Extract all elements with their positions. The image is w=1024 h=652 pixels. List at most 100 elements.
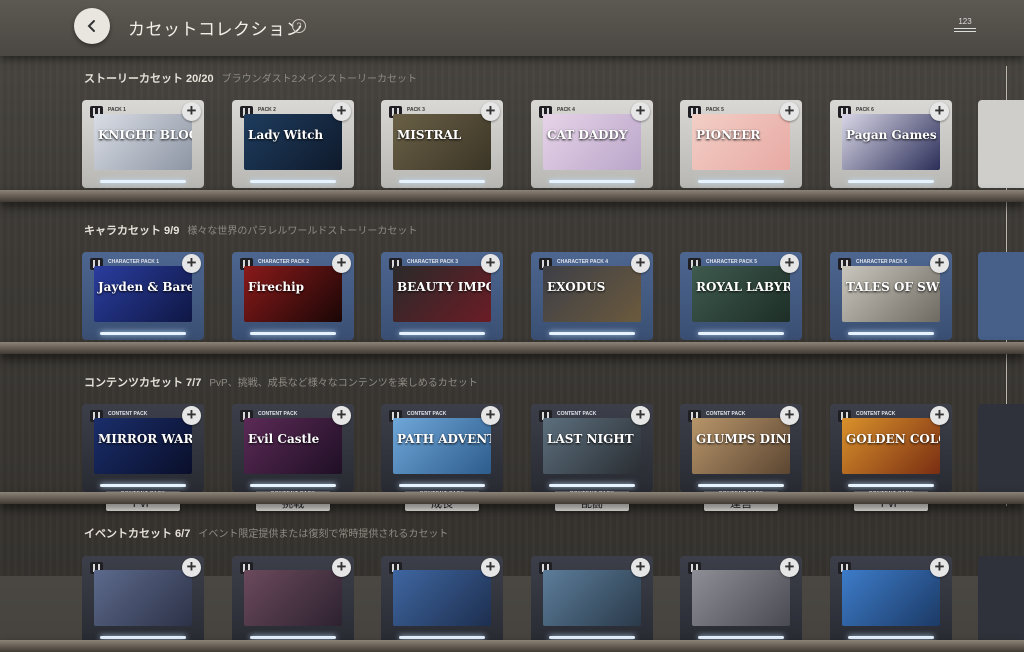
cassette[interactable]: PACK 3 MISTRAL + xyxy=(381,100,503,188)
cassette[interactable]: CHARACTER PACK 5 ROYAL LABYRINTH + xyxy=(680,252,802,340)
plus-icon[interactable]: + xyxy=(182,558,201,577)
cassette-artwork: CAT DADDY xyxy=(543,114,641,170)
plus-icon[interactable]: + xyxy=(780,558,799,577)
cassette[interactable]: PACK 1 KNIGHT BLOOD + xyxy=(82,100,204,188)
plus-icon[interactable]: + xyxy=(631,102,650,121)
shelf-board xyxy=(0,190,1024,202)
cassette-partial[interactable] xyxy=(978,404,1024,492)
section-description: 様々な世界のパラレルワールドストーリーカセット xyxy=(187,226,418,237)
cassette[interactable]: + xyxy=(531,556,653,644)
plus-icon[interactable]: + xyxy=(780,254,799,273)
cassette[interactable]: + xyxy=(680,556,802,644)
pack-number: CHARACTER PACK 1 xyxy=(108,259,160,265)
cassette-art-title: MISTRAL xyxy=(397,128,462,142)
section-header: キャラカセット 9/9 様々な世界のパラレルワールドストーリーカセット xyxy=(84,222,417,238)
cassette-art-title: EXODUS xyxy=(547,280,606,294)
cassette[interactable]: CHARACTER PACK 3 BEAUTY IMPOSSIBLE + xyxy=(381,252,503,340)
plus-icon[interactable]: + xyxy=(780,406,799,425)
plus-icon[interactable]: + xyxy=(930,254,949,273)
cassette[interactable]: + xyxy=(381,556,503,644)
cassette[interactable]: CONTENT PACK MIRROR WARS + xyxy=(82,404,204,492)
cassette[interactable]: + xyxy=(232,556,354,644)
cassette-art-title: MIRROR WARS xyxy=(98,432,192,446)
plus-icon[interactable]: + xyxy=(481,558,500,577)
plus-icon[interactable]: + xyxy=(332,102,351,121)
cassette-glow xyxy=(399,484,485,487)
cassette[interactable]: CHARACTER PACK 1 Jayden & Bare + xyxy=(82,252,204,340)
cassette-glow xyxy=(100,180,186,183)
section-header: イベントカセット 6/7 イベント限定提供または復刻で常時提供されるカセット xyxy=(84,525,448,541)
cassette-artwork xyxy=(543,570,641,626)
plus-icon[interactable]: + xyxy=(481,102,500,121)
cassette-artwork: MIRROR WARS xyxy=(94,418,192,474)
cassette-partial[interactable] xyxy=(978,100,1024,188)
cassette-artwork: Pagan Games xyxy=(842,114,940,170)
pack-number: CONTENT PACK xyxy=(108,411,148,417)
cassette[interactable]: PACK 6 Pagan Games + xyxy=(830,100,952,188)
cassette[interactable]: PACK 2 Lady Witch + xyxy=(232,100,354,188)
cassette-art-title: GLUMPS DINER xyxy=(696,432,790,446)
cassette-glow xyxy=(549,636,635,639)
cassette-art-title: BEAUTY IMPOSSIBLE xyxy=(397,280,491,294)
cassette-artwork: GLUMPS DINER xyxy=(692,418,790,474)
cassette[interactable]: CHARACTER PACK 6 TALES OF SWORD + xyxy=(830,252,952,340)
plus-icon[interactable]: + xyxy=(332,558,351,577)
plus-icon[interactable]: + xyxy=(631,558,650,577)
cassette-art-title: Lady Witch xyxy=(248,128,324,142)
cassette[interactable]: + xyxy=(82,556,204,644)
cassette[interactable]: CONTENT PACK GOLDEN COLOSSEUM + xyxy=(830,404,952,492)
cassette[interactable]: CONTENT PACK GLUMPS DINER + xyxy=(680,404,802,492)
cassette-partial[interactable] xyxy=(978,556,1024,644)
shelf-board xyxy=(0,492,1024,504)
pack-number: CHARACTER PACK 5 xyxy=(706,259,758,265)
back-button[interactable] xyxy=(74,8,110,44)
plus-icon[interactable]: + xyxy=(930,406,949,425)
cassette-glow xyxy=(848,332,934,335)
pack-number: PACK 2 xyxy=(258,107,276,113)
plus-icon[interactable]: + xyxy=(481,254,500,273)
section-header: コンテンツカセット 7/7 PvP、挑戦、成長など様々なコンテンツを楽しめるカセッ… xyxy=(84,374,478,390)
pack-number: CHARACTER PACK 2 xyxy=(258,259,310,265)
cassette-artwork: EXODUS xyxy=(543,266,641,322)
cassette-art-title: PATH ADVENTURE xyxy=(397,432,491,446)
help-icon[interactable]: ? xyxy=(292,19,306,33)
cassette-partial[interactable] xyxy=(978,252,1024,340)
plus-icon[interactable]: + xyxy=(631,254,650,273)
cassette[interactable]: CONTENT PACK LAST NIGHT + xyxy=(531,404,653,492)
section-title: イベントカセット 6/7 xyxy=(84,528,191,540)
section-header: ストーリーカセット 20/20 ブラウンダスト2メインストーリーカセット xyxy=(84,70,417,86)
plus-icon[interactable]: + xyxy=(332,254,351,273)
plus-icon[interactable]: + xyxy=(481,406,500,425)
chevron-left-icon xyxy=(87,20,95,32)
cassette-artwork: LAST NIGHT xyxy=(543,418,641,474)
sort-line-icon xyxy=(954,31,976,32)
plus-icon[interactable]: + xyxy=(780,102,799,121)
plus-icon[interactable]: + xyxy=(182,102,201,121)
cassette[interactable]: CONTENT PACK PATH ADVENTURE + xyxy=(381,404,503,492)
cassette[interactable]: CHARACTER PACK 2 Firechip + xyxy=(232,252,354,340)
page-title: カセットコレクション xyxy=(128,20,303,39)
plus-icon[interactable]: + xyxy=(930,558,949,577)
plus-icon[interactable]: + xyxy=(332,406,351,425)
cassette-artwork: PATH ADVENTURE xyxy=(393,418,491,474)
cassette[interactable]: + xyxy=(830,556,952,644)
plus-icon[interactable]: + xyxy=(182,254,201,273)
cassette-art-title: ROYAL LABYRINTH xyxy=(696,280,790,294)
cassette[interactable]: PACK 4 CAT DADDY + xyxy=(531,100,653,188)
plus-icon[interactable]: + xyxy=(930,102,949,121)
pack-number: CHARACTER PACK 4 xyxy=(557,259,609,265)
cassette-artwork: MISTRAL xyxy=(393,114,491,170)
cassette[interactable]: CHARACTER PACK 4 EXODUS + xyxy=(531,252,653,340)
shelf-board xyxy=(0,342,1024,354)
shelf-board xyxy=(0,640,1024,652)
sort-order-button[interactable]: 123 xyxy=(954,18,976,36)
cassette[interactable]: CONTENT PACK Evil Castle + xyxy=(232,404,354,492)
cassette[interactable]: PACK 5 PIONEER + xyxy=(680,100,802,188)
cassette-artwork xyxy=(692,570,790,626)
plus-icon[interactable]: + xyxy=(182,406,201,425)
pack-number: CONTENT PACK xyxy=(407,411,447,417)
cassette-glow xyxy=(848,180,934,183)
plus-icon[interactable]: + xyxy=(631,406,650,425)
section-description: PvP、挑戦、成長など様々なコンテンツを楽しめるカセット xyxy=(209,378,478,389)
cassette-art-title: TALES OF SWORD xyxy=(846,280,940,294)
